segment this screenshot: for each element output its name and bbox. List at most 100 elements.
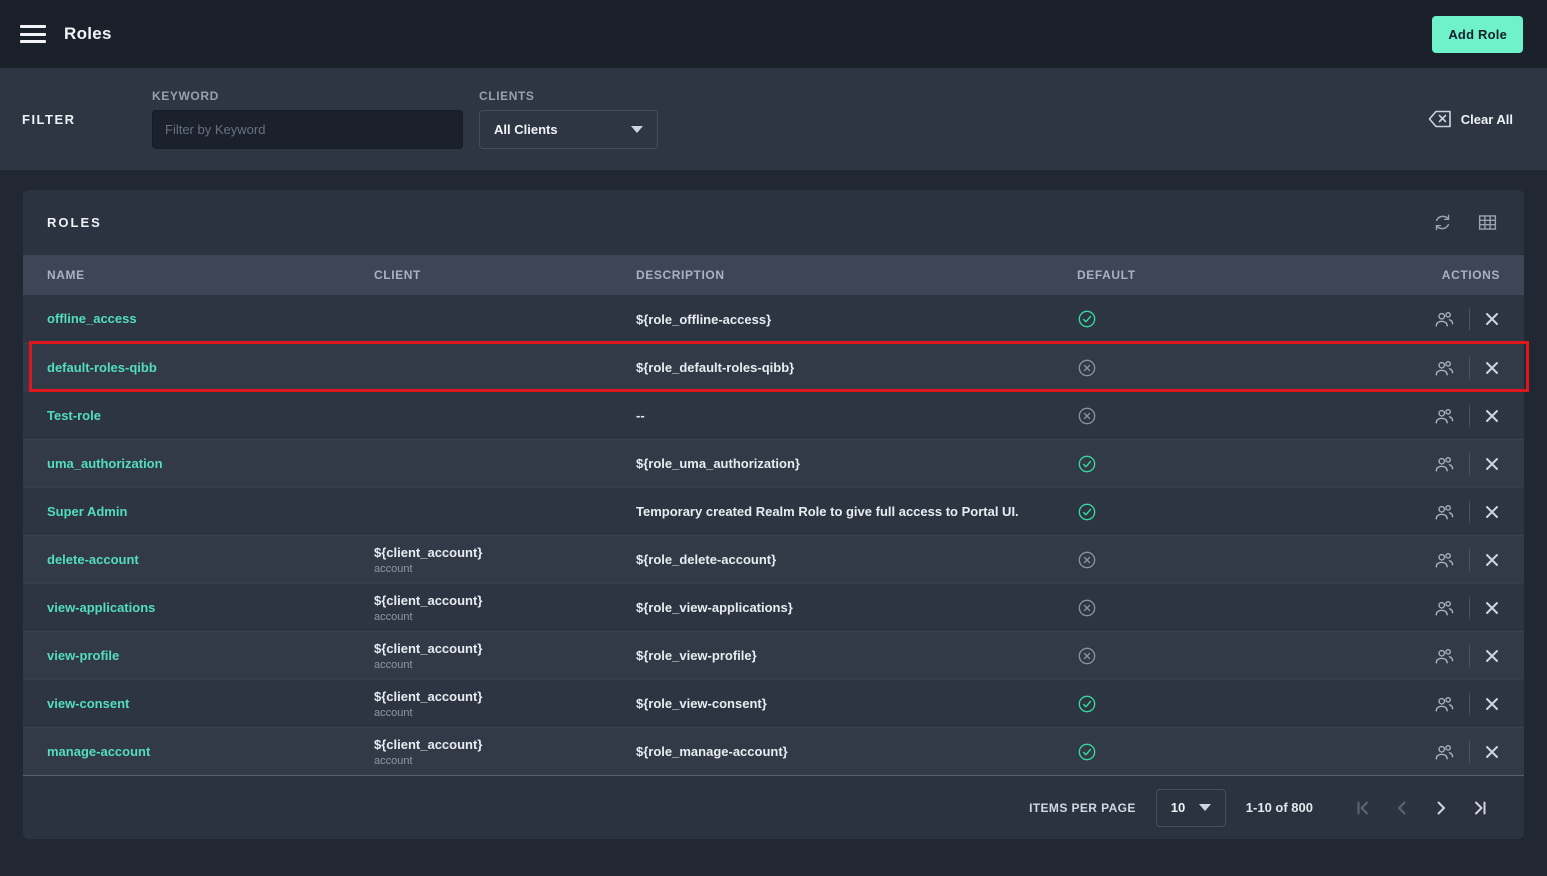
items-per-page-select[interactable]: 10 (1156, 789, 1226, 827)
column-header-description: DESCRIPTION (636, 268, 1077, 282)
default-false-icon (1077, 358, 1097, 378)
backspace-clear-icon (1428, 110, 1452, 128)
delete-role-icon[interactable] (1484, 744, 1500, 760)
first-page-icon[interactable] (1355, 800, 1371, 816)
client-name: ${client_account} (374, 737, 636, 752)
default-cell (1077, 598, 1388, 618)
delete-role-icon[interactable] (1484, 408, 1500, 424)
role-description: ${role_view-profile} (636, 648, 1077, 663)
client-cell: ${client_account} account (374, 737, 636, 767)
last-page-icon[interactable] (1472, 800, 1488, 816)
clients-selected-value: All Clients (494, 122, 558, 137)
default-true-icon (1077, 694, 1097, 714)
keyword-input[interactable] (152, 110, 463, 149)
table-row: Super Admin Temporary created Realm Role… (23, 487, 1524, 535)
assign-users-icon[interactable] (1433, 598, 1455, 618)
default-cell (1077, 694, 1388, 714)
top-bar: Roles Add Role (0, 0, 1547, 68)
default-cell (1077, 742, 1388, 762)
actions-divider (1469, 645, 1470, 667)
role-name-link[interactable]: uma_authorization (47, 456, 163, 471)
assign-users-icon[interactable] (1433, 309, 1455, 329)
actions-divider (1469, 501, 1470, 523)
client-id: account (374, 659, 636, 671)
table-row: view-consent ${client_account} account $… (23, 679, 1524, 727)
client-name: ${client_account} (374, 593, 636, 608)
assign-users-icon[interactable] (1433, 742, 1455, 762)
default-false-icon (1077, 406, 1097, 426)
default-cell (1077, 502, 1388, 522)
roles-card: ROLES NAME CLIENT DESCRIPTION DEFAULT AC… (23, 190, 1524, 839)
default-true-icon (1077, 742, 1097, 762)
actions-divider (1469, 453, 1470, 475)
client-cell: ${client_account} account (374, 593, 636, 623)
client-name: ${client_account} (374, 641, 636, 656)
chevron-down-icon (631, 126, 643, 133)
default-cell (1077, 646, 1388, 666)
roles-section-title: ROLES (47, 215, 102, 230)
delete-role-icon[interactable] (1484, 552, 1500, 568)
role-name-link[interactable]: view-applications (47, 600, 155, 615)
delete-role-icon[interactable] (1484, 648, 1500, 664)
assign-users-icon[interactable] (1433, 646, 1455, 666)
default-true-icon (1077, 454, 1097, 474)
delete-role-icon[interactable] (1484, 456, 1500, 472)
client-id: account (374, 707, 636, 719)
column-header-default: DEFAULT (1077, 268, 1388, 282)
delete-role-icon[interactable] (1484, 360, 1500, 376)
add-role-button[interactable]: Add Role (1432, 16, 1523, 53)
clear-all-button[interactable]: Clear All (1428, 110, 1513, 128)
assign-users-icon[interactable] (1433, 454, 1455, 474)
role-description: ${role_view-consent} (636, 696, 1077, 711)
clients-select[interactable]: All Clients (479, 110, 658, 149)
actions-divider (1469, 357, 1470, 379)
default-cell (1077, 454, 1388, 474)
table-row: uma_authorization ${role_uma_authorizati… (23, 439, 1524, 487)
role-name-link[interactable]: delete-account (47, 552, 139, 567)
previous-page-icon[interactable] (1394, 800, 1410, 816)
assign-users-icon[interactable] (1433, 358, 1455, 378)
delete-role-icon[interactable] (1484, 600, 1500, 616)
default-false-icon (1077, 646, 1097, 666)
client-id: account (374, 563, 636, 575)
client-id: account (374, 611, 636, 623)
assign-users-icon[interactable] (1433, 502, 1455, 522)
refresh-icon[interactable] (1432, 212, 1453, 233)
pagination-bar: ITEMS PER PAGE 10 1-10 of 800 (23, 775, 1524, 839)
next-page-icon[interactable] (1433, 800, 1449, 816)
column-header-client: CLIENT (374, 268, 636, 282)
assign-users-icon[interactable] (1433, 406, 1455, 426)
role-description: ${role_delete-account} (636, 552, 1077, 567)
actions-divider (1469, 597, 1470, 619)
default-cell (1077, 309, 1388, 329)
client-cell: ${client_account} account (374, 545, 636, 575)
table-body: offline_access ${role_offline-access} (23, 295, 1524, 775)
delete-role-icon[interactable] (1484, 696, 1500, 712)
role-description: ${role_view-applications} (636, 600, 1077, 615)
column-header-name: NAME (47, 268, 374, 282)
assign-users-icon[interactable] (1433, 694, 1455, 714)
menu-icon[interactable] (20, 25, 46, 43)
role-name-link[interactable]: view-consent (47, 696, 129, 711)
role-name-link[interactable]: default-roles-qibb (47, 360, 157, 375)
clients-label: CLIENTS (479, 89, 658, 103)
role-name-link[interactable]: Super Admin (47, 504, 127, 519)
items-per-page-value: 10 (1171, 800, 1185, 815)
chevron-down-icon (1199, 804, 1211, 811)
actions-divider (1469, 741, 1470, 763)
table-row: view-applications ${client_account} acco… (23, 583, 1524, 631)
delete-role-icon[interactable] (1484, 504, 1500, 520)
assign-users-icon[interactable] (1433, 550, 1455, 570)
role-name-link[interactable]: Test-role (47, 408, 101, 423)
table-row: delete-account ${client_account} account… (23, 535, 1524, 583)
table-view-icon[interactable] (1477, 212, 1498, 233)
client-cell: ${client_account} account (374, 689, 636, 719)
delete-role-icon[interactable] (1484, 311, 1500, 327)
role-name-link[interactable]: view-profile (47, 648, 119, 663)
role-name-link[interactable]: manage-account (47, 744, 150, 759)
role-description: ${role_offline-access} (636, 312, 1077, 327)
role-name-link[interactable]: offline_access (47, 311, 137, 326)
role-description: ${role_default-roles-qibb} (636, 360, 1077, 375)
column-header-actions: ACTIONS (1388, 268, 1500, 282)
actions-divider (1469, 693, 1470, 715)
